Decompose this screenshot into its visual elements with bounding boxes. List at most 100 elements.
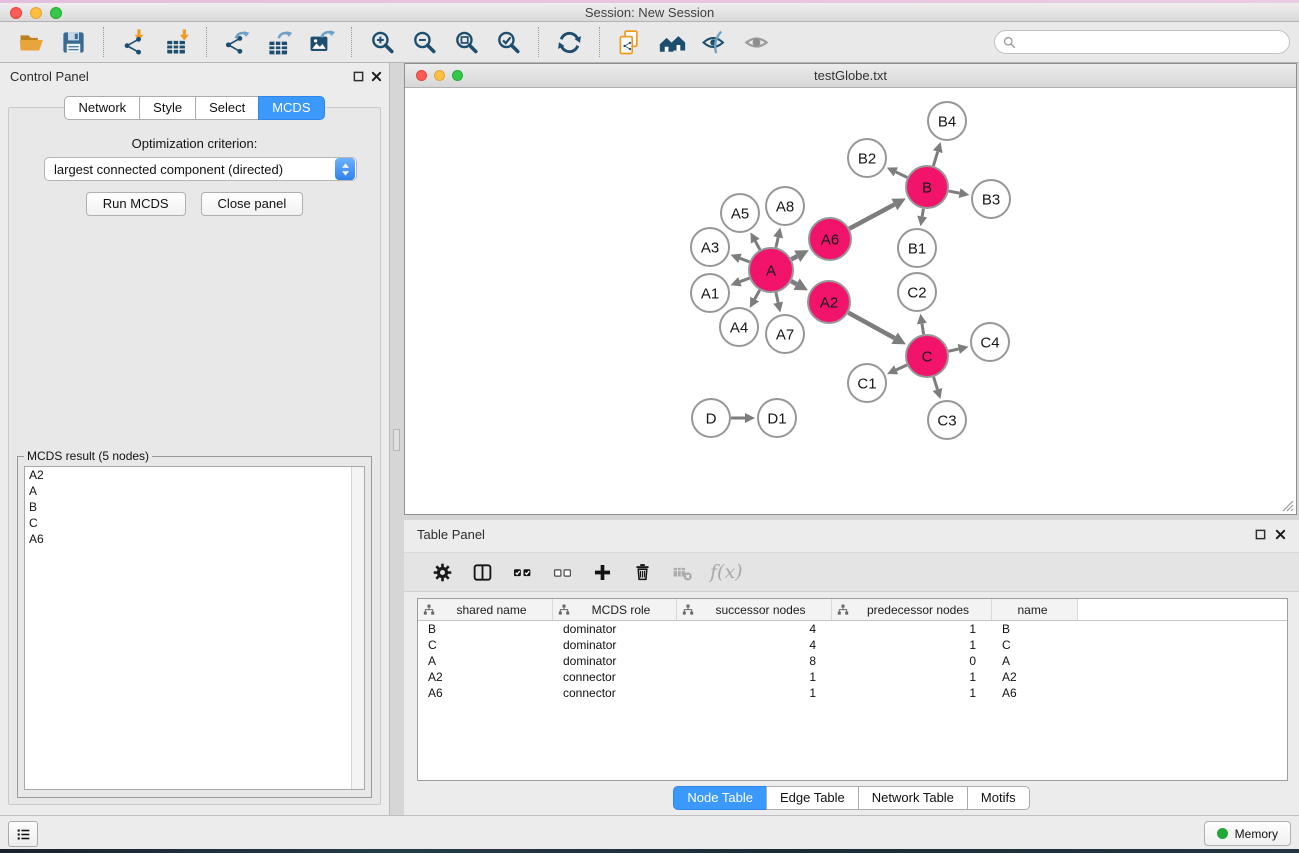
edge-A-A7[interactable] bbox=[776, 292, 778, 302]
refresh-layout-icon[interactable] bbox=[552, 26, 586, 58]
clone-network-icon[interactable] bbox=[613, 26, 647, 58]
result-item-a2[interactable]: A2 bbox=[25, 467, 364, 483]
node-table[interactable]: shared nameMCDS rolesuccessor nodesprede… bbox=[417, 598, 1288, 781]
close-panel-button[interactable]: Close panel bbox=[201, 192, 304, 216]
zoom-fit-icon[interactable] bbox=[449, 26, 483, 58]
edge-B-B4[interactable] bbox=[933, 152, 937, 166]
show-panels-list-button[interactable] bbox=[8, 821, 38, 847]
cell-successor-nodes[interactable]: 4 bbox=[677, 637, 832, 653]
column-header-name[interactable]: name bbox=[992, 599, 1078, 620]
zoom-in-icon[interactable] bbox=[365, 26, 399, 58]
zoom-out-icon[interactable] bbox=[407, 26, 441, 58]
main-titlebar[interactable]: Session: New Session bbox=[0, 3, 1299, 22]
tab-select[interactable]: Select bbox=[195, 96, 259, 120]
export-network-icon[interactable] bbox=[220, 26, 254, 58]
result-item-a6[interactable]: A6 bbox=[25, 531, 364, 547]
open-session-icon[interactable] bbox=[14, 26, 48, 58]
column-header-shared-name[interactable]: shared name bbox=[418, 599, 553, 620]
cell-successor-nodes[interactable]: 8 bbox=[677, 653, 832, 669]
table-row[interactable]: A2connector11A2 bbox=[418, 669, 1287, 685]
hide-details-icon[interactable] bbox=[697, 26, 731, 58]
cell-shared-name[interactable]: C bbox=[418, 637, 553, 653]
cell-predecessor-nodes[interactable]: 0 bbox=[832, 653, 992, 669]
import-network-icon[interactable] bbox=[117, 26, 151, 58]
cell-successor-nodes[interactable]: 1 bbox=[677, 669, 832, 685]
resize-grip-icon[interactable] bbox=[1280, 498, 1294, 512]
table-row[interactable]: A6connector11A6 bbox=[418, 685, 1287, 701]
cell-predecessor-nodes[interactable]: 1 bbox=[832, 685, 992, 701]
export-table-icon[interactable] bbox=[262, 26, 296, 58]
show-details-icon[interactable] bbox=[739, 26, 773, 58]
result-scrollbar[interactable] bbox=[351, 467, 364, 789]
edge-C-C1[interactable] bbox=[896, 365, 907, 370]
add-column-icon[interactable] bbox=[584, 557, 620, 587]
network-window[interactable]: testGlobe.txt B4B2BB3A8A5A6A3B1AC2A1A2A4… bbox=[404, 63, 1297, 515]
tab-node-table[interactable]: Node Table bbox=[673, 786, 767, 810]
criterion-dropdown[interactable]: largest connected component (directed) bbox=[44, 157, 357, 181]
table-row[interactable]: Bdominator41B bbox=[418, 621, 1287, 637]
cell-predecessor-nodes[interactable]: 1 bbox=[832, 669, 992, 685]
cell-MCDS-role[interactable]: dominator bbox=[553, 637, 677, 653]
result-item-c[interactable]: C bbox=[25, 515, 364, 531]
cell-predecessor-nodes[interactable]: 1 bbox=[832, 621, 992, 637]
search-input[interactable] bbox=[1021, 35, 1281, 50]
cell-MCDS-role[interactable]: dominator bbox=[553, 653, 677, 669]
deselect-all-columns-icon[interactable] bbox=[544, 557, 580, 587]
table-float-panel-icon[interactable] bbox=[1253, 527, 1267, 541]
edge-A-A6[interactable] bbox=[791, 256, 797, 259]
table-close-panel-icon[interactable] bbox=[1273, 527, 1287, 541]
cell-name[interactable]: A2 bbox=[992, 669, 1078, 685]
edge-C-C4[interactable] bbox=[948, 349, 958, 351]
tab-style[interactable]: Style bbox=[139, 96, 196, 120]
edge-A6-B[interactable] bbox=[849, 204, 894, 228]
home-network-icon[interactable] bbox=[655, 26, 689, 58]
edge-A-A8[interactable] bbox=[776, 237, 778, 247]
result-item-a[interactable]: A bbox=[25, 483, 364, 499]
float-panel-icon[interactable] bbox=[351, 69, 365, 83]
edge-A-A4[interactable] bbox=[755, 290, 760, 299]
edge-A2-C[interactable] bbox=[848, 313, 894, 339]
edge-C-C3[interactable] bbox=[934, 377, 938, 389]
cell-name[interactable]: A bbox=[992, 653, 1078, 669]
cell-shared-name[interactable]: B bbox=[418, 621, 553, 637]
close-panel-icon[interactable] bbox=[369, 69, 383, 83]
panel-splitter-vertical[interactable] bbox=[390, 63, 404, 815]
result-item-b[interactable]: B bbox=[25, 499, 364, 515]
run-mcds-button[interactable]: Run MCDS bbox=[86, 192, 186, 216]
cell-name[interactable]: A6 bbox=[992, 685, 1078, 701]
save-session-icon[interactable] bbox=[56, 26, 90, 58]
edge-A-A5[interactable] bbox=[755, 241, 760, 250]
tab-edge-table[interactable]: Edge Table bbox=[766, 786, 859, 810]
delete-column-icon[interactable] bbox=[624, 557, 660, 587]
import-table-icon[interactable] bbox=[159, 26, 193, 58]
column-header-predecessor-nodes[interactable]: predecessor nodes bbox=[832, 599, 992, 620]
tab-network[interactable]: Network bbox=[64, 96, 140, 120]
cell-shared-name[interactable]: A6 bbox=[418, 685, 553, 701]
cell-successor-nodes[interactable]: 4 bbox=[677, 621, 832, 637]
tab-network-table[interactable]: Network Table bbox=[858, 786, 968, 810]
cell-MCDS-role[interactable]: connector bbox=[553, 669, 677, 685]
table-row[interactable]: Cdominator41C bbox=[418, 637, 1287, 653]
memory-button[interactable]: Memory bbox=[1204, 821, 1291, 846]
edge-A-A1[interactable] bbox=[740, 278, 750, 282]
edge-C-C2[interactable] bbox=[922, 324, 924, 335]
edge-A-A3[interactable] bbox=[740, 258, 750, 262]
tab-mcds[interactable]: MCDS bbox=[258, 96, 324, 120]
cell-MCDS-role[interactable]: dominator bbox=[553, 621, 677, 637]
search-field[interactable] bbox=[994, 30, 1290, 54]
tab-motifs[interactable]: Motifs bbox=[967, 786, 1030, 810]
cell-shared-name[interactable]: A2 bbox=[418, 669, 553, 685]
cell-shared-name[interactable]: A bbox=[418, 653, 553, 669]
zoom-selected-icon[interactable] bbox=[491, 26, 525, 58]
edge-B-B3[interactable] bbox=[949, 191, 960, 193]
cell-MCDS-role[interactable]: connector bbox=[553, 685, 677, 701]
network-canvas[interactable]: B4B2BB3A8A5A6A3B1AC2A1A2A4A7C4CC1DD1C3 bbox=[405, 89, 1296, 514]
cell-name[interactable]: C bbox=[992, 637, 1078, 653]
edge-A-A2[interactable] bbox=[791, 281, 796, 284]
cell-successor-nodes[interactable]: 1 bbox=[677, 685, 832, 701]
column-header-MCDS-role[interactable]: MCDS role bbox=[553, 599, 677, 620]
mcds-result-list[interactable]: A2ABCA6 bbox=[24, 466, 365, 790]
split-columns-icon[interactable] bbox=[464, 557, 500, 587]
cell-name[interactable]: B bbox=[992, 621, 1078, 637]
column-header-successor-nodes[interactable]: successor nodes bbox=[677, 599, 832, 620]
